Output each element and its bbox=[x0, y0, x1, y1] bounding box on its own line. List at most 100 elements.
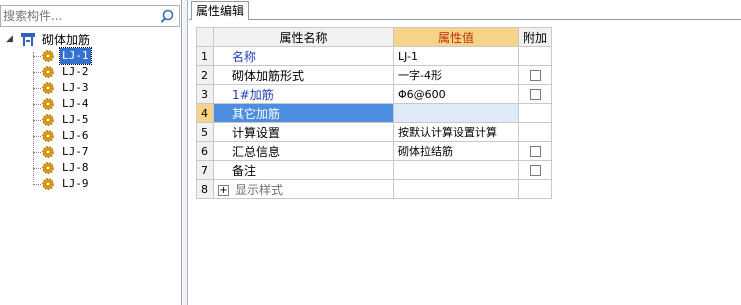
attach-cell bbox=[517, 179, 553, 199]
row-number: 7 bbox=[196, 160, 214, 180]
property-row[interactable]: 4 其它加筋 bbox=[196, 103, 553, 123]
tree-item[interactable]: LJ-1 bbox=[33, 47, 173, 65]
row-number: 5 bbox=[196, 122, 214, 142]
property-name: 显示样式 bbox=[235, 182, 284, 197]
tab-strip: 属性编辑 bbox=[189, 0, 741, 20]
tree-root-label: 砌体加筋 bbox=[42, 33, 91, 47]
property-name[interactable]: 其它加筋 bbox=[213, 103, 394, 123]
property-name[interactable]: 计算设置 bbox=[213, 122, 394, 142]
component-gear-icon bbox=[41, 49, 55, 63]
property-value[interactable] bbox=[393, 179, 519, 199]
tree-item[interactable]: LJ-9 bbox=[33, 176, 173, 192]
component-gear-icon bbox=[41, 129, 55, 143]
tree-item[interactable]: LJ-5 bbox=[33, 112, 173, 128]
component-gear-icon bbox=[41, 97, 55, 111]
component-tree-panel: ◢ 砌体加筋 LJ-1LJ-2 LJ-3 LJ-4 LJ-5 LJ-6 LJ-7 LJ-8 L… bbox=[0, 0, 182, 305]
property-name[interactable]: 名称 bbox=[213, 46, 394, 66]
tree-item-label: LJ-2 bbox=[62, 65, 89, 78]
tree-item[interactable]: LJ-8 bbox=[33, 160, 173, 176]
attach-cell[interactable] bbox=[517, 141, 553, 161]
search-icon[interactable] bbox=[156, 7, 178, 25]
column-header-value[interactable]: 属性值 bbox=[393, 27, 519, 47]
property-value[interactable]: Φ6@600 bbox=[393, 84, 519, 104]
property-value[interactable]: LJ-1 bbox=[393, 46, 519, 66]
attach-cell bbox=[517, 46, 553, 66]
property-value[interactable] bbox=[393, 160, 519, 180]
tree-item[interactable]: LJ-2 bbox=[33, 64, 173, 80]
property-value[interactable]: 一字-4形 bbox=[393, 65, 519, 85]
search-input[interactable] bbox=[3, 7, 153, 25]
row-number: 8 bbox=[196, 179, 214, 199]
attach-checkbox[interactable] bbox=[529, 70, 541, 81]
component-gear-icon bbox=[41, 161, 55, 175]
tree-connector bbox=[33, 136, 41, 137]
property-row[interactable]: 3 1#加筋 Φ6@600 bbox=[196, 84, 553, 104]
property-name[interactable]: 1#加筋 bbox=[213, 84, 394, 104]
property-row[interactable]: 1 名称 LJ-1 bbox=[196, 46, 553, 66]
search-box bbox=[0, 5, 180, 27]
row-number: 1 bbox=[196, 46, 214, 66]
column-header-extra[interactable]: 附加 bbox=[517, 27, 553, 47]
collapse-triangle-icon[interactable]: ◢ bbox=[6, 34, 16, 44]
tree-connector bbox=[33, 104, 41, 105]
tree-connector bbox=[33, 120, 41, 121]
component-gear-icon bbox=[41, 177, 55, 191]
tree-item-label: LJ-5 bbox=[62, 113, 89, 126]
tab-property-edit[interactable]: 属性编辑 bbox=[191, 1, 250, 20]
attach-cell[interactable] bbox=[517, 84, 553, 104]
grid-header-row: 属性名称 属性值 附加 bbox=[196, 27, 553, 47]
tree-item[interactable]: LJ-4 bbox=[33, 96, 173, 112]
tree-item-label: LJ-3 bbox=[62, 81, 89, 94]
tree-connector bbox=[33, 152, 41, 153]
property-row[interactable]: 8 + 显示样式 bbox=[196, 179, 553, 199]
tree-root-node[interactable]: ◢ 砌体加筋 bbox=[6, 32, 176, 48]
tree-connector bbox=[33, 72, 41, 73]
property-name-cell[interactable]: + 显示样式 bbox=[213, 179, 394, 199]
property-row[interactable]: 2 砌体加筋形式 一字-4形 bbox=[196, 65, 553, 85]
row-number: 2 bbox=[196, 65, 214, 85]
attach-cell bbox=[517, 122, 553, 142]
property-name[interactable]: 备注 bbox=[213, 160, 394, 180]
tree-connector bbox=[33, 168, 41, 169]
component-gear-icon bbox=[41, 65, 55, 79]
tree-item[interactable]: LJ-3 bbox=[33, 80, 173, 96]
property-grid: 属性名称 属性值 附加 1 名称 LJ-1 2 砌体加筋形式 一字-4形 3 1#加筋 Φ6@6… bbox=[196, 27, 553, 199]
property-value[interactable] bbox=[393, 103, 519, 123]
tree-item-label: LJ-6 bbox=[62, 129, 89, 142]
attach-cell[interactable] bbox=[517, 160, 553, 180]
tree-connector bbox=[33, 56, 41, 57]
row-number: 3 bbox=[196, 84, 214, 104]
element-group-icon bbox=[20, 32, 36, 48]
row-number: 6 bbox=[196, 141, 214, 161]
tree-item-label: LJ-8 bbox=[62, 161, 89, 174]
attach-checkbox[interactable] bbox=[529, 146, 541, 157]
column-header-name[interactable]: 属性名称 bbox=[213, 27, 394, 47]
component-gear-icon bbox=[41, 145, 55, 159]
row-number: 4 bbox=[196, 103, 214, 123]
tree-item-label: LJ-1 bbox=[59, 47, 92, 65]
tree-connector bbox=[33, 88, 41, 89]
component-gear-icon bbox=[41, 113, 55, 127]
property-value[interactable]: 按默认计算设置计算 bbox=[393, 122, 519, 142]
attach-checkbox[interactable] bbox=[529, 89, 541, 100]
tree-connector bbox=[33, 184, 41, 185]
property-value[interactable]: 砌体拉结筋 bbox=[393, 141, 519, 161]
tree-item[interactable]: LJ-7 bbox=[33, 144, 173, 160]
property-row[interactable]: 5 计算设置 按默认计算设置计算 bbox=[196, 122, 553, 142]
expand-plus-icon[interactable]: + bbox=[218, 184, 229, 196]
pane-splitter[interactable] bbox=[183, 0, 188, 305]
tree-item[interactable]: LJ-6 bbox=[33, 128, 173, 144]
attach-cell[interactable] bbox=[517, 65, 553, 85]
tree-item-label: LJ-4 bbox=[62, 97, 89, 110]
property-name[interactable]: 砌体加筋形式 bbox=[213, 65, 394, 85]
property-panel: 属性编辑 属性名称 属性值 附加 1 名称 LJ-1 2 砌体加筋形式 一字-4形 3 1#加… bbox=[189, 0, 741, 305]
property-row[interactable]: 7 备注 bbox=[196, 160, 553, 180]
component-gear-icon bbox=[41, 81, 55, 95]
tree-item-label: LJ-9 bbox=[62, 177, 89, 190]
property-name[interactable]: 汇总信息 bbox=[213, 141, 394, 161]
property-row[interactable]: 6 汇总信息 砌体拉结筋 bbox=[196, 141, 553, 161]
row-number-header bbox=[196, 27, 214, 47]
attach-cell bbox=[517, 103, 553, 123]
attach-checkbox[interactable] bbox=[529, 165, 541, 176]
tree-item-label: LJ-7 bbox=[62, 145, 89, 158]
